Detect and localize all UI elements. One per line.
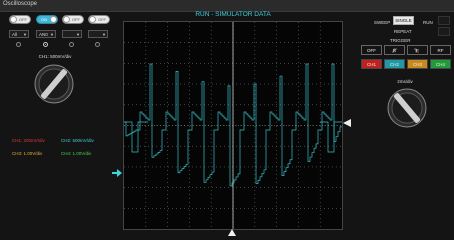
time-div-knob[interactable]: [383, 84, 431, 132]
ch2-scale-text: CH2: 500mV/div: [61, 138, 94, 143]
volts-div-label: CH1: 500mV/div: [38, 54, 72, 59]
ch4-select-radio[interactable]: [95, 42, 100, 47]
ch3-button[interactable]: CH3: [407, 59, 428, 69]
scope-screen: [123, 21, 343, 230]
ch2-trace-left-edge: [124, 121, 148, 153]
chevron-down-icon: ▼: [50, 32, 54, 37]
single-button[interactable]: SINGLE: [393, 16, 414, 25]
trigger-level-marker-icon[interactable]: [343, 119, 351, 127]
ch4-toggle[interactable]: OFF: [88, 15, 110, 24]
ch4-button[interactable]: CH4: [430, 59, 451, 69]
ch3-source-select[interactable]: ▼: [62, 30, 82, 38]
toggle-knob: [10, 16, 17, 23]
chevron-down-icon: ▼: [102, 32, 106, 37]
ch1-button[interactable]: CH1: [361, 59, 382, 69]
toggle-label: OFF: [19, 17, 27, 22]
screen-status-title: RUN - SIMULATOR DATA: [195, 11, 271, 18]
ch2-button[interactable]: CH2: [384, 59, 405, 69]
ch4-scale-text: CH4: 1.00V/div: [61, 151, 92, 156]
ch1-scale-text: CH1: 200mV/div: [12, 138, 45, 143]
ch1-toggle[interactable]: OFF: [9, 15, 31, 24]
toggle-label: ON: [41, 17, 47, 22]
run-label: RUN: [423, 20, 433, 25]
radio-dot: [45, 44, 46, 45]
scope-display: [124, 22, 342, 229]
select-value: AN0: [39, 32, 48, 37]
ch1-select-radio[interactable]: [16, 42, 21, 47]
sweep-label: SWEEP: [374, 20, 391, 25]
ch2-source-select[interactable]: AN0 ▼: [36, 30, 56, 38]
select-value: All: [12, 32, 18, 37]
toggle-knob: [63, 16, 70, 23]
toggle-label: OFF: [98, 17, 106, 22]
rising-edge-icon: [392, 48, 397, 53]
toggle-label: OFF: [72, 17, 80, 22]
toggle-knob: [50, 16, 57, 23]
toggle-knob: [89, 16, 96, 23]
ch2-toggle[interactable]: ON: [36, 15, 58, 24]
trigger-both-button[interactable]: RF: [430, 45, 451, 55]
run-indicator[interactable]: [438, 16, 450, 25]
chevron-down-icon: ▼: [23, 32, 27, 37]
trigger-off-button[interactable]: OFF: [361, 45, 382, 55]
falling-edge-icon: [414, 48, 419, 53]
trigger-label: TRIGGER: [390, 38, 411, 43]
chevron-down-icon: ▼: [76, 32, 80, 37]
ch3-select-radio[interactable]: [69, 42, 74, 47]
window-title: Oscilloscope: [3, 1, 38, 7]
ch3-toggle[interactable]: OFF: [62, 15, 84, 24]
trigger-position-marker-icon[interactable]: [228, 229, 236, 236]
repeat-label: REPEAT: [394, 29, 412, 34]
ch4-source-select[interactable]: ▼: [88, 30, 108, 38]
ch1-source-select[interactable]: All ▼: [9, 30, 29, 38]
ch2-trace-right-edge: [320, 121, 342, 153]
volts-div-knob[interactable]: [30, 60, 78, 108]
repeat-indicator[interactable]: [438, 27, 450, 36]
ch2-level-marker-icon[interactable]: [112, 169, 122, 177]
ch2-select-radio[interactable]: [43, 42, 48, 47]
ch3-scale-text: CH3: 1.00V/div: [12, 151, 43, 156]
